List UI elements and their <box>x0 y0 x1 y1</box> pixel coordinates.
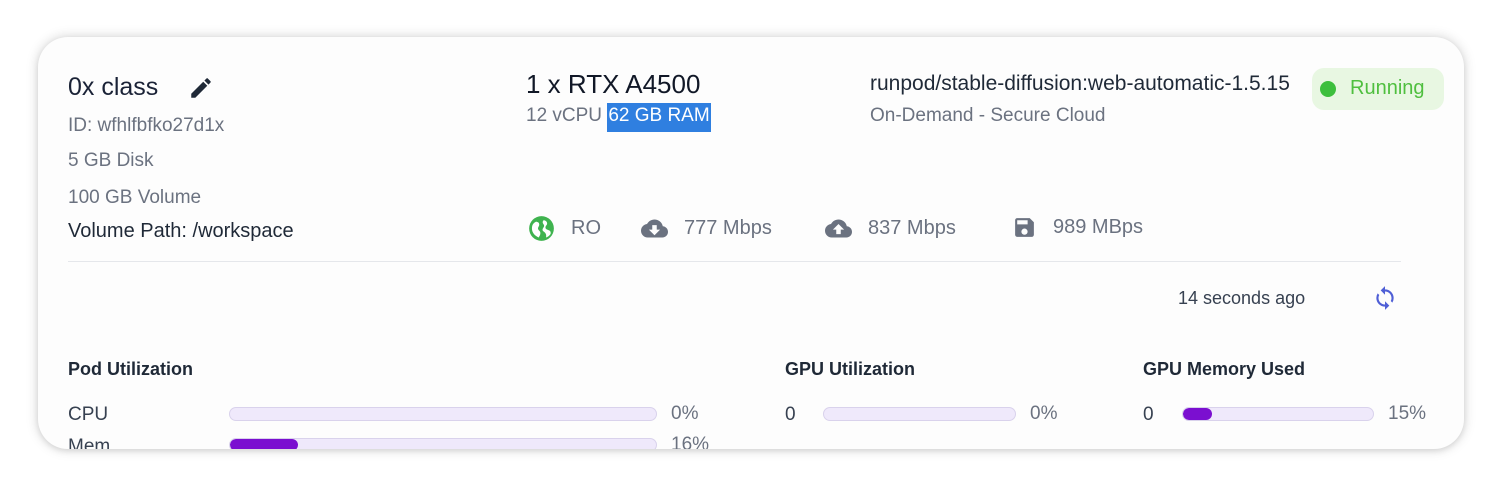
save-icon <box>1015 218 1034 237</box>
gpu-title: 1 x RTX A4500 <box>526 69 701 99</box>
cpu-usage-percent: 0% <box>671 403 699 424</box>
ram-amount: 62 GB RAM <box>607 103 711 132</box>
pod-volume: 100 GB Volume <box>68 187 202 208</box>
gpu-specs: 12 vCPU 62 GB RAM <box>526 103 711 132</box>
gpu-utilization-title: GPU Utilization <box>785 359 915 379</box>
download-speed: 777 Mbps <box>641 215 772 242</box>
last-updated: 14 seconds ago <box>1178 288 1306 308</box>
mem-usage-percent: 16% <box>671 434 710 449</box>
gpu-index: 0 <box>785 404 796 425</box>
upload-speed-label: 837 Mbps <box>868 217 956 239</box>
cloud-download-icon <box>641 219 668 238</box>
upload-speed: 837 Mbps <box>825 215 956 242</box>
gpu-usage-percent: 0% <box>1030 403 1058 424</box>
volume-path: Volume Path: /workspace <box>68 220 294 242</box>
status-label: Running <box>1350 77 1425 99</box>
container-image: runpod/stable-diffusion:web-automatic-1.… <box>870 72 1290 95</box>
cpu-label: CPU <box>68 404 109 425</box>
gpu-memory-title: GPU Memory Used <box>1143 359 1306 379</box>
mem-label: Mem <box>68 436 111 449</box>
download-speed-label: 777 Mbps <box>684 217 772 239</box>
vcpu-count: 12 vCPU <box>526 105 603 126</box>
mem-usage-bar <box>229 438 657 449</box>
globe-icon <box>529 216 554 241</box>
pod-id: ID: wfhlfbfko27d1x <box>68 115 225 136</box>
network-mode-label: RO <box>571 217 601 239</box>
pod-utilization-title: Pod Utilization <box>68 359 193 379</box>
disk-speed: 989 MBps <box>1012 215 1143 240</box>
edit-icon[interactable] <box>188 75 214 101</box>
gpu-memory-fill <box>1183 408 1212 420</box>
network-mode: RO <box>528 215 601 242</box>
status-dot-icon <box>1320 81 1336 97</box>
gpu-memory-index: 0 <box>1143 404 1154 425</box>
gpu-usage-bar <box>823 407 1016 421</box>
cloud-type: On-Demand - Secure Cloud <box>870 105 1106 126</box>
cloud-upload-icon <box>825 219 852 238</box>
mem-usage-fill <box>230 439 299 449</box>
cpu-usage-bar <box>229 407 657 421</box>
refresh-icon[interactable] <box>1372 285 1398 311</box>
gpu-memory-percent: 15% <box>1388 403 1427 424</box>
pod-card: 0x class ID: wfhlfbfko27d1x 5 GB Disk 10… <box>38 37 1464 449</box>
disk-speed-label: 989 MBps <box>1053 216 1144 238</box>
pod-disk: 5 GB Disk <box>68 150 154 171</box>
pod-name: 0x class <box>68 73 159 101</box>
gpu-memory-bar <box>1182 407 1374 421</box>
divider <box>68 261 1401 262</box>
status-badge: Running <box>1312 68 1444 110</box>
